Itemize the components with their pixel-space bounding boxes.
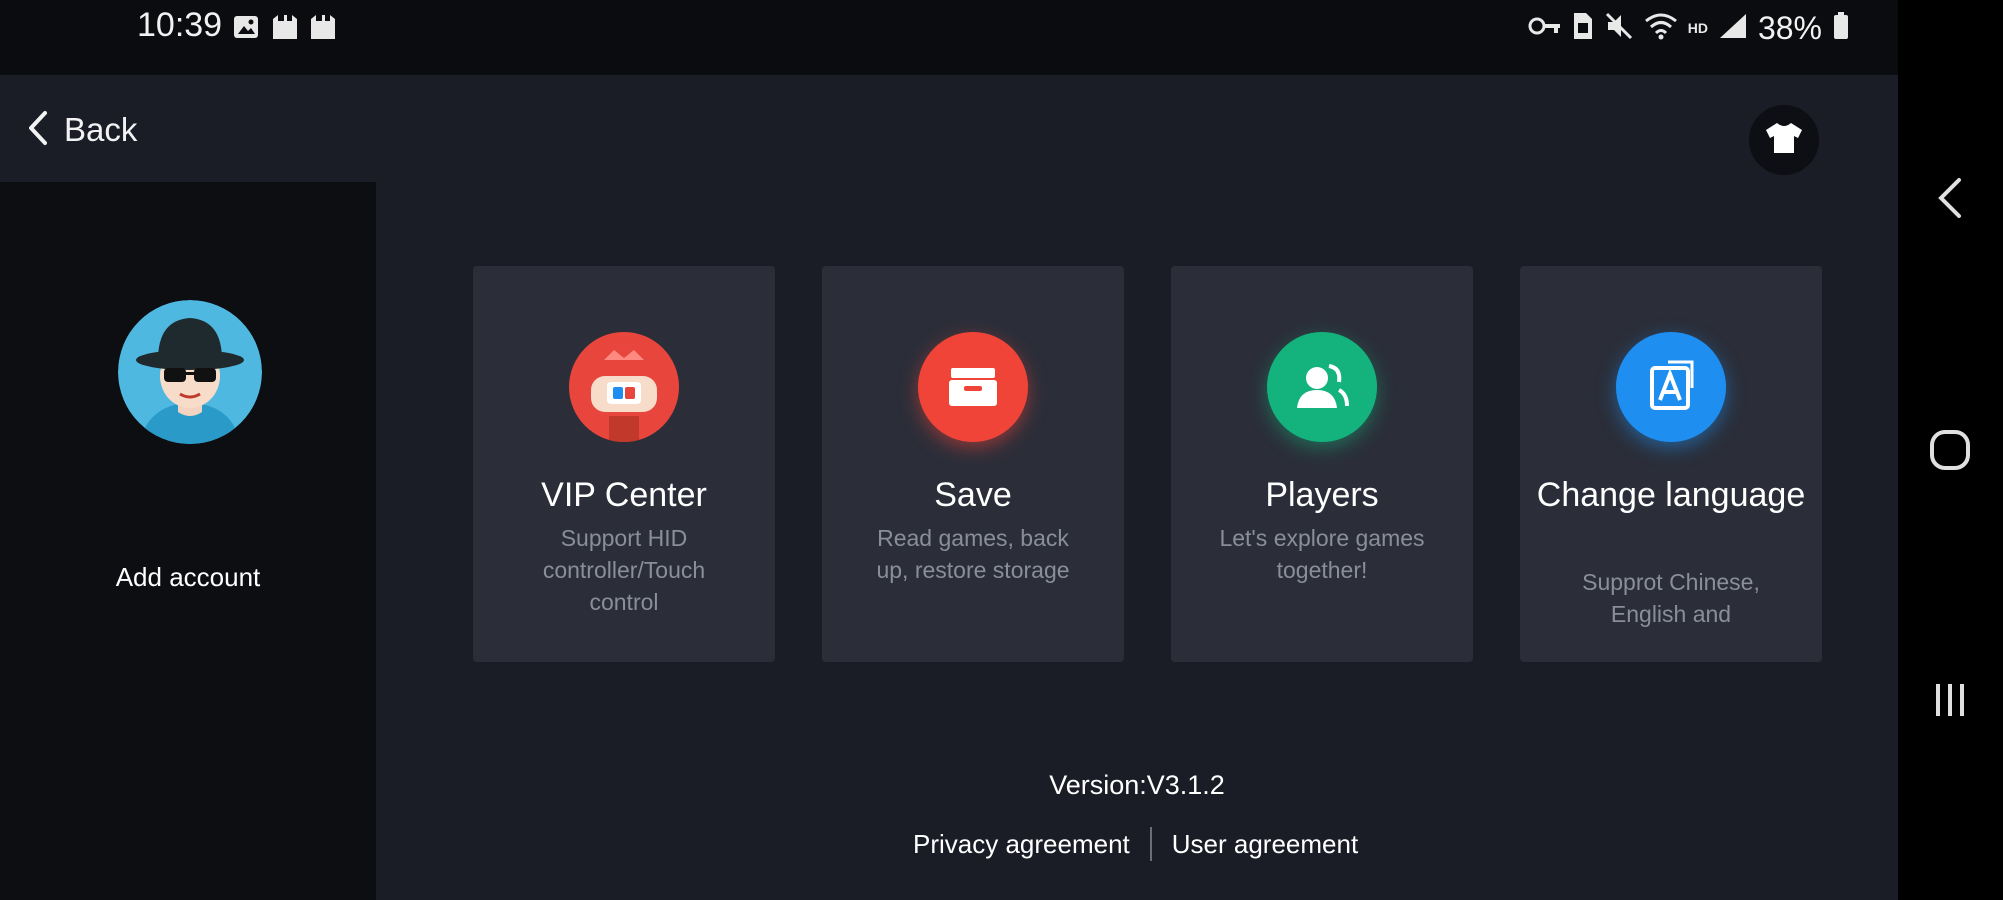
change-language-title: Change language	[1536, 476, 1806, 514]
change-language-description: Supprot Chinese, English and	[1582, 569, 1760, 627]
game-notification-icon	[270, 13, 300, 46]
vip-controller-icon	[569, 332, 679, 442]
back-button[interactable]: Back	[26, 105, 137, 155]
theme-button[interactable]	[1749, 105, 1819, 175]
save-card[interactable]: Save Read games, back up, restore storag…	[822, 266, 1124, 662]
battery-icon	[1832, 11, 1850, 46]
players-description: Let's explore games together!	[1219, 525, 1425, 583]
back-nav-icon[interactable]	[1920, 168, 1980, 228]
save-title: Save	[934, 476, 1012, 514]
account-sidebar: Add account	[0, 182, 376, 900]
players-title: Players	[1265, 476, 1379, 514]
gallery-icon	[232, 13, 260, 46]
user-agreement-link[interactable]: User agreement	[1172, 829, 1358, 860]
signal-icon	[1718, 12, 1748, 45]
system-nav-bar	[1898, 0, 2003, 900]
avatar-image	[118, 300, 262, 444]
privacy-agreement-link[interactable]: Privacy agreement	[913, 829, 1130, 860]
settings-screen: Back Add account VIP Center Support HID …	[0, 75, 1898, 900]
agreement-links: Privacy agreement User agreement	[913, 827, 1358, 861]
sim-icon	[1572, 11, 1594, 46]
mute-icon	[1604, 11, 1634, 46]
avatar[interactable]	[118, 300, 262, 444]
language-icon	[1616, 332, 1726, 442]
save-description: Read games, back up, restore storage	[876, 525, 1070, 583]
vip-center-title: VIP Center	[541, 476, 707, 514]
link-divider	[1149, 827, 1152, 861]
game-notification-icon	[308, 13, 338, 46]
add-account-label[interactable]: Add account	[0, 562, 376, 593]
battery-percentage: 38%	[1757, 9, 1822, 46]
status-icons: HD 38%	[1528, 6, 1850, 50]
recents-nav-icon[interactable]	[1920, 670, 1980, 730]
storage-box-icon	[918, 332, 1028, 442]
wifi-icon	[1644, 11, 1678, 46]
vip-center-card[interactable]: VIP Center Support HID controller/Touch …	[473, 266, 775, 662]
chevron-left-icon	[26, 110, 50, 151]
version-text: Version:V3.1.2	[1049, 770, 1225, 800]
players-card[interactable]: Players Let's explore games together!	[1171, 266, 1473, 662]
vip-center-description: Support HID controller/Touch control	[542, 525, 706, 615]
players-icon	[1267, 332, 1377, 442]
back-label: Back	[64, 111, 138, 148]
hd-icon: HD	[1687, 20, 1708, 36]
status-time: 10:39	[137, 6, 223, 44]
status-bar: 10:39 HD 38%	[0, 0, 1898, 75]
tshirt-icon	[1764, 121, 1804, 160]
key-icon	[1528, 14, 1562, 43]
home-nav-icon[interactable]	[1920, 420, 1980, 480]
change-language-card[interactable]: Change language Supprot Chinese, English…	[1520, 266, 1822, 662]
